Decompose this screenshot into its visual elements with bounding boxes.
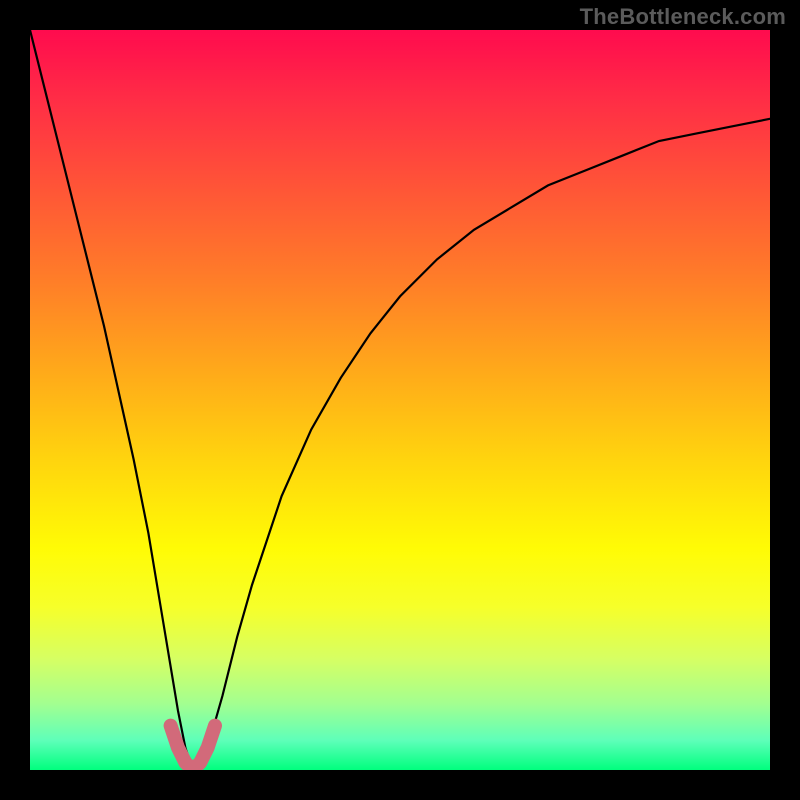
optimal-range-marker xyxy=(171,726,215,770)
chart-svg xyxy=(30,30,770,770)
chart-frame: TheBottleneck.com xyxy=(0,0,800,800)
bottleneck-curve xyxy=(30,30,770,770)
watermark-text: TheBottleneck.com xyxy=(580,4,786,30)
plot-area xyxy=(30,30,770,770)
